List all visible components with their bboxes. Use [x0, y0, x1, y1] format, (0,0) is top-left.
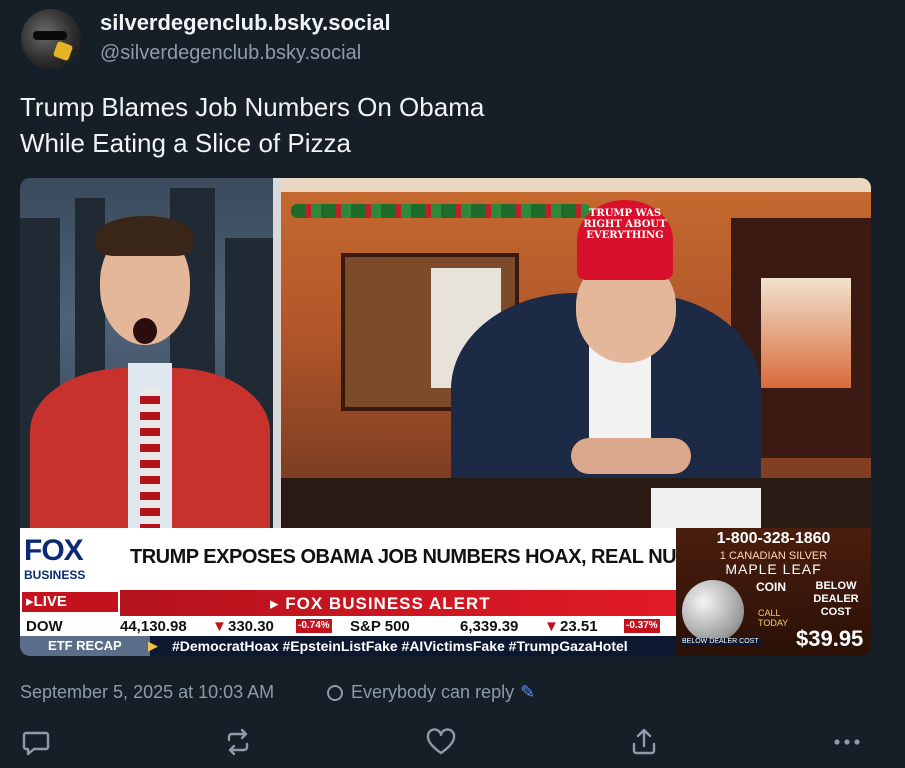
- ad-phone: 1-800-328-1860: [716, 530, 831, 547]
- ceiling: [281, 178, 871, 192]
- headline-bar: TRUMP EXPOSES OBAMA JOB NUMBERS HOAX, RE…: [120, 528, 838, 590]
- alert-label: FOX BUSINESS ALERT: [285, 594, 491, 613]
- author-handle[interactable]: @silverdegenclub.bsky.social: [100, 42, 361, 65]
- live-tag: ▸LIVE: [22, 592, 118, 612]
- down-arrow-icon: ▼: [212, 618, 227, 635]
- lower-third: FOX BUSINESS ▸LIVE TRUMP EXPOSES OBAMA J…: [20, 528, 871, 656]
- heart-icon: [426, 728, 456, 755]
- host-tie: [140, 388, 160, 528]
- ticker-dow-pct: -0.74%: [296, 619, 332, 633]
- more-button[interactable]: [830, 727, 864, 757]
- ticker-sp-change: 23.51: [560, 618, 598, 635]
- globe-icon: [327, 685, 343, 701]
- ticker-sp-value: 6,339.39: [460, 618, 519, 635]
- reply-icon: [22, 731, 50, 756]
- paper: [651, 488, 761, 528]
- ticker-dow-change: 330.30: [228, 618, 274, 635]
- alert-arrow-icon: ▸: [270, 594, 286, 613]
- host-hair: [96, 216, 194, 256]
- more-icon: [834, 739, 860, 745]
- live-label: LIVE: [33, 593, 67, 610]
- repost-icon: [227, 728, 249, 756]
- host-mouth: [133, 318, 157, 344]
- avatar-glasses: [33, 31, 67, 40]
- ad-call-today: CALL TODAY: [758, 608, 789, 628]
- table: [281, 478, 871, 528]
- logo-fox-text: FOX: [24, 534, 84, 567]
- ad-block: 1-800-328-1860 1 CANADIAN SILVER MAPLE L…: [676, 528, 871, 656]
- ad-price: $39.95: [796, 626, 864, 651]
- ticker-dow-label: DOW: [26, 618, 63, 635]
- pencil-icon: ✎: [520, 682, 536, 702]
- ad-below-dealer-cost: BELOW DEALER COST: [680, 638, 761, 645]
- avatar-badge: [52, 40, 74, 62]
- hat-text: TRUMP WAS RIGHT ABOUT EVERYTHING: [583, 208, 667, 241]
- ticker-sp-pct: -0.37%: [624, 619, 660, 633]
- video-panel-right: TRUMP WAS RIGHT ABOUT EVERYTHING: [281, 178, 871, 528]
- hashtags: #DemocratHoax #EpsteinListFake #AIVictim…: [172, 638, 628, 654]
- ad-below-dealer: BELOW DEALER COST: [813, 580, 859, 618]
- ticker-sp-label: S&P 500: [350, 618, 410, 635]
- etf-recap: ETF RECAP: [20, 636, 150, 656]
- logo-business-text: BUSINESS: [24, 568, 86, 582]
- down-arrow-icon: ▼: [544, 618, 559, 635]
- post-image[interactable]: TRUMP WAS RIGHT ABOUT EVERYTHING FOX BUS…: [20, 178, 871, 656]
- reply-setting-label: Everybody can reply: [351, 682, 515, 702]
- author-display-name[interactable]: silverdegenclub.bsky.social: [100, 10, 391, 36]
- video-divider: [273, 178, 281, 528]
- ad-coin: COIN: [756, 580, 786, 594]
- share-icon: [632, 728, 656, 755]
- window-light: [761, 278, 851, 388]
- garland: [291, 204, 591, 218]
- maga-hat: TRUMP WAS RIGHT ABOUT EVERYTHING: [577, 200, 673, 280]
- hashtag-row: ETF RECAP ▶ #DemocratHoax #EpsteinListFa…: [20, 636, 676, 656]
- alert-text: ▸ FOX BUSINESS ALERT: [270, 594, 491, 614]
- alert-bar: ▸ FOX BUSINESS ALERT: [120, 590, 676, 616]
- reply-settings[interactable]: Everybody can reply ✎: [327, 682, 535, 703]
- like-button[interactable]: [425, 727, 459, 757]
- ad-line2: MAPLE LEAF: [725, 561, 822, 577]
- ticker-row: DOW 44,130.98 ▼ 330.30 -0.74% S&P 500 6,…: [20, 616, 676, 636]
- ticker-arrow-icon: ▶: [148, 638, 158, 653]
- share-button[interactable]: [628, 727, 662, 757]
- post-text: Trump Blames Job Numbers On Obama While …: [20, 92, 485, 158]
- live-play-icon: ▸: [26, 593, 34, 610]
- fox-business-logo: FOX BUSINESS ▸LIVE: [20, 528, 120, 616]
- coin-image: [682, 580, 744, 642]
- trump-hands: [571, 438, 691, 474]
- ticker-dow-value: 44,130.98: [120, 618, 187, 635]
- post-timestamp[interactable]: September 5, 2025 at 10:03 AM: [20, 682, 274, 703]
- video-panel-left: [20, 178, 273, 528]
- reply-button[interactable]: [20, 727, 54, 757]
- repost-button[interactable]: [222, 727, 256, 757]
- avatar[interactable]: [21, 9, 81, 69]
